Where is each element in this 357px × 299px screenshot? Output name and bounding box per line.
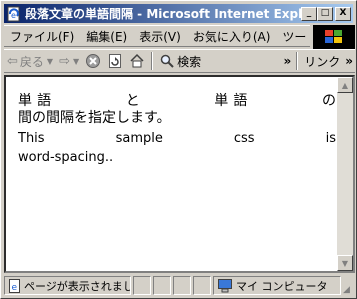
status-empty-cell-2 xyxy=(153,276,171,295)
status-text-cell: e ページが表示されました xyxy=(4,276,131,295)
menu-tools[interactable]: ツー xyxy=(276,28,312,45)
status-empty-cell-4 xyxy=(193,276,211,295)
toolbar-separator xyxy=(151,52,154,70)
menu-favorites[interactable]: お気に入り(A) xyxy=(187,28,277,45)
links-more-chevron[interactable]: » xyxy=(343,54,355,68)
page-done-icon: e xyxy=(9,278,20,293)
links-button[interactable]: リンク xyxy=(301,53,343,70)
maximize-button[interactable]: □ xyxy=(317,6,333,21)
minimize-button[interactable]: _ xyxy=(301,6,317,21)
paragraph-english: This sample css is word-spacing.. xyxy=(18,131,336,165)
status-bar: e ページが表示されました マイ コンピュータ ◢ xyxy=(4,275,355,296)
forward-button[interactable]: ⇨ ▼ xyxy=(56,54,82,69)
scroll-up-button[interactable]: ▲ xyxy=(337,77,353,93)
home-button[interactable] xyxy=(126,53,148,69)
my-computer-icon xyxy=(218,278,232,292)
security-zone-label: マイ コンピュータ xyxy=(236,279,328,293)
menu-edit[interactable]: 編集(E) xyxy=(80,28,133,45)
toolbar-separator-links xyxy=(296,52,299,70)
windows-logo-throbber xyxy=(313,25,355,49)
forward-dropdown-icon[interactable]: ▼ xyxy=(73,57,79,66)
forward-arrow-icon: ⇨ xyxy=(59,53,70,69)
vertical-scrollbar[interactable]: ▲ ▼ xyxy=(337,77,353,271)
svg-text:e: e xyxy=(12,283,18,293)
page-content: 単語 と 単語 の 間の間隔を指定します。 This sample css is… xyxy=(18,93,336,167)
status-empty-cell-1 xyxy=(133,276,151,295)
browser-window: e 段落文章の単語間隔 - Microsoft Internet Explore… xyxy=(0,0,357,299)
window-title: 段落文章の単語間隔 - Microsoft Internet Explorer xyxy=(25,7,301,21)
stop-icon xyxy=(86,54,101,68)
refresh-icon xyxy=(109,54,122,68)
back-dropdown-icon[interactable]: ▼ xyxy=(47,57,53,66)
status-empty-cell-3 xyxy=(173,276,191,295)
title-bar[interactable]: e 段落文章の単語間隔 - Microsoft Internet Explore… xyxy=(4,4,353,23)
menu-view[interactable]: 表示(V) xyxy=(133,28,187,45)
stop-button[interactable] xyxy=(82,53,104,69)
refresh-button[interactable] xyxy=(104,53,126,69)
search-button[interactable]: 検索 xyxy=(156,53,204,70)
resize-grip[interactable]: ◢ xyxy=(343,276,355,295)
svg-text:e: e xyxy=(11,11,16,20)
close-button[interactable]: X xyxy=(335,6,351,21)
back-arrow-icon: ⇦ xyxy=(7,53,18,69)
ie-page-icon: e xyxy=(6,6,22,22)
toolbar-more-chevron[interactable]: » xyxy=(281,54,293,68)
paragraph-japanese: 単語 と 単語 の 間の間隔を指定します。 xyxy=(18,93,336,126)
back-button[interactable]: ⇦ 戻る ▼ xyxy=(4,53,56,70)
security-zone-cell[interactable]: マイ コンピュータ xyxy=(213,276,341,295)
windows-flag-icon xyxy=(325,30,342,43)
status-text: ページが表示されました xyxy=(24,279,130,293)
page-viewport: 単語 と 単語 の 間の間隔を指定します。 This sample css is… xyxy=(4,75,355,273)
menu-file[interactable]: ファイル(F) xyxy=(4,28,80,45)
search-icon xyxy=(160,54,174,68)
menu-bar: ファイル(F) 編集(E) 表示(V) お気に入り(A) ツー » xyxy=(4,25,322,47)
standard-toolbar: ⇦ 戻る ▼ ⇨ ▼ 検索 » リンク » xyxy=(4,49,355,73)
scroll-down-button[interactable]: ▼ xyxy=(337,255,353,271)
home-icon xyxy=(130,53,144,68)
